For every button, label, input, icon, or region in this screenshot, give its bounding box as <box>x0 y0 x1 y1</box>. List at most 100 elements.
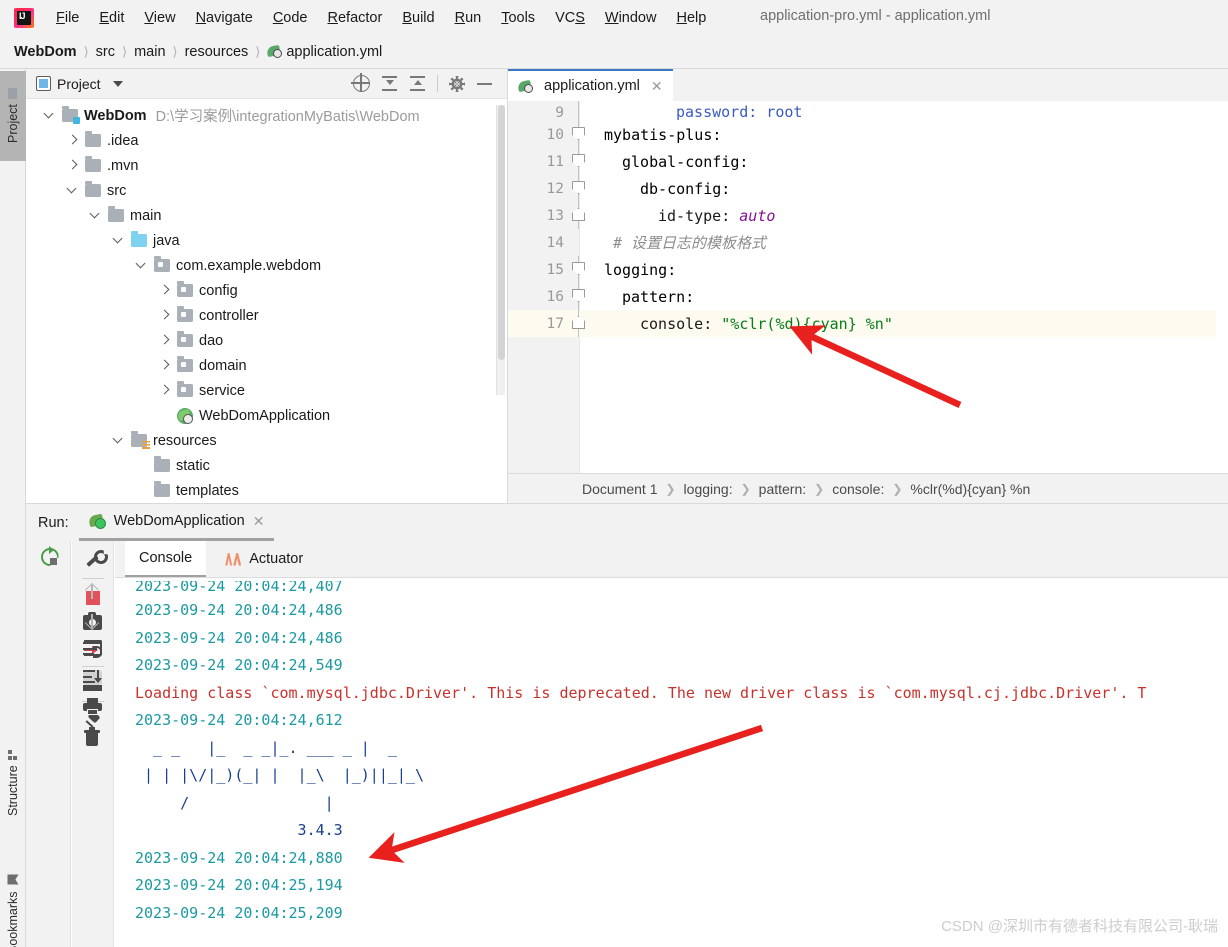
minimize-icon[interactable] <box>476 75 493 92</box>
project-tree[interactable]: WebDom D:\学习案例\integrationMyBatis\WebDom.… <box>26 99 507 503</box>
code-editor[interactable]: 9 password: root 10 mybatis-plus: 11 global-c… <box>508 101 1228 473</box>
run-configuration-tab[interactable]: WebDomApplication ✕ <box>78 504 275 541</box>
menu-item-build[interactable]: Build <box>392 7 444 29</box>
chevron-right-icon[interactable] <box>159 310 170 321</box>
breadcrumb-item-src[interactable]: src <box>96 44 115 60</box>
chevron-down-icon[interactable] <box>67 185 78 196</box>
tree-node[interactable]: templates <box>26 478 507 503</box>
editor-scrollbar[interactable] <box>1216 101 1228 473</box>
menu-item-refactor[interactable]: Refactor <box>318 7 393 29</box>
watermark: CSDN @深圳市有德者科技有限公司-耿瑞 <box>941 918 1218 935</box>
close-icon[interactable]: ✕ <box>253 513 265 530</box>
menu-item-window[interactable]: Window <box>595 7 667 29</box>
tree-node[interactable]: domain <box>26 353 507 378</box>
breadcrumb-item-resources[interactable]: resources <box>185 44 249 60</box>
code-line[interactable]: 13 id-type: auto <box>508 202 1228 229</box>
code-line[interactable]: 12 db-config: <box>508 175 1228 202</box>
menu-item-edit[interactable]: Edit <box>89 7 134 29</box>
menu-item-vcs[interactable]: VCS <box>545 7 595 29</box>
sidebar-tab-bookmarks[interactable]: Bookmarks <box>0 854 26 947</box>
chevron-down-icon[interactable] <box>44 110 55 121</box>
chevron-right-icon[interactable] <box>159 285 170 296</box>
tree-node[interactable]: controller <box>26 303 507 328</box>
tree-node[interactable]: .mvn <box>26 153 507 178</box>
tree-node[interactable]: WebDom D:\学习案例\integrationMyBatis\WebDom <box>26 103 507 128</box>
scroll-to-end-icon[interactable] <box>82 670 102 685</box>
code-line[interactable]: 15 logging: <box>508 256 1228 283</box>
code-folding-marker[interactable] <box>572 148 586 175</box>
editor-breadcrumb-item[interactable]: pattern: <box>759 481 806 497</box>
editor-tab-application-yml[interactable]: application.yml ✕ <box>508 69 673 101</box>
menu-item-file[interactable]: FFileile <box>46 7 89 29</box>
soft-wrap-icon[interactable] <box>82 642 102 658</box>
code-line[interactable]: 9 password: root <box>508 101 1228 121</box>
chevron-right-icon[interactable] <box>67 160 78 171</box>
editor-breadcrumb-item[interactable]: %clr(%d){cyan} %n <box>910 481 1030 497</box>
tree-node[interactable]: config <box>26 278 507 303</box>
select-opened-file-icon[interactable] <box>351 73 370 92</box>
trash-icon[interactable] <box>84 727 100 746</box>
code-folding-marker[interactable] <box>572 121 586 148</box>
editor-breadcrumb-item[interactable]: Document 1 <box>582 481 657 497</box>
chevron-right-icon[interactable] <box>159 335 170 346</box>
tree-node[interactable]: dao <box>26 328 507 353</box>
chevron-right-icon[interactable] <box>159 360 170 371</box>
tree-node[interactable]: src <box>26 178 507 203</box>
tree-node[interactable]: WebDomApplication <box>26 403 507 428</box>
project-view-icon <box>36 76 51 91</box>
code-folding-marker[interactable] <box>572 202 586 229</box>
editor-breadcrumb-item[interactable]: logging: <box>684 481 733 497</box>
chevron-right-icon[interactable] <box>67 135 78 146</box>
tree-node[interactable]: resources <box>26 428 507 453</box>
sidebar-tab-project[interactable]: Project <box>0 71 26 161</box>
tree-node[interactable]: service <box>26 378 507 403</box>
console-output[interactable]: 2023-09-24 20:04:24,407 2023-09-24 20:04:… <box>115 579 1228 947</box>
breadcrumb-item-file[interactable]: application.yml <box>286 44 382 60</box>
scroll-up-icon[interactable] <box>84 584 100 600</box>
code-folding-marker[interactable] <box>572 256 586 283</box>
chevron-down-icon[interactable] <box>112 80 123 87</box>
chevron-down-icon[interactable] <box>113 435 124 446</box>
scroll-down-icon[interactable] <box>84 613 100 629</box>
tree-node[interactable]: main <box>26 203 507 228</box>
menu-item-code[interactable]: Code <box>263 7 318 29</box>
tree-node[interactable]: java <box>26 228 507 253</box>
menu-item-view[interactable]: View <box>134 7 185 29</box>
breadcrumb-item-main[interactable]: main <box>134 44 165 60</box>
code-line[interactable]: 11 global-config: <box>508 148 1228 175</box>
tree-node[interactable]: com.example.webdom <box>26 253 507 278</box>
print-icon[interactable] <box>82 698 102 715</box>
tree-node[interactable]: .idea <box>26 128 507 153</box>
rerun-icon[interactable] <box>39 546 58 566</box>
chevron-down-icon[interactable] <box>136 260 147 271</box>
tab-actuator[interactable]: Actuator <box>210 541 317 577</box>
code-folding-marker[interactable] <box>572 175 586 202</box>
menu-item-help[interactable]: Help <box>666 7 716 29</box>
code-line[interactable]: 17 console: "%clr(%d){cyan} %n" <box>508 310 1228 337</box>
menu-bar[interactable]: FFileile Edit View Navigate Code Refacto… <box>46 7 716 29</box>
sidebar-tab-structure[interactable]: Structure <box>0 729 26 837</box>
code-line[interactable]: 16 pattern: <box>508 283 1228 310</box>
project-panel-title: Project <box>57 75 101 92</box>
wrench-icon[interactable] <box>83 549 102 568</box>
project-tree-scrollbar[interactable] <box>496 105 505 395</box>
menu-item-run[interactable]: Run <box>445 7 492 29</box>
collapse-all-icon[interactable] <box>381 75 398 92</box>
expand-all-icon[interactable] <box>409 75 426 92</box>
chevron-down-icon[interactable] <box>90 210 101 221</box>
tree-node[interactable]: static <box>26 453 507 478</box>
chevron-down-icon[interactable] <box>113 235 124 246</box>
code-folding-marker[interactable] <box>572 101 586 121</box>
close-icon[interactable]: ✕ <box>651 78 663 95</box>
breadcrumb-item-project[interactable]: WebDom <box>14 44 77 60</box>
code-line[interactable]: 10 mybatis-plus: <box>508 121 1228 148</box>
menu-item-tools[interactable]: Tools <box>491 7 545 29</box>
code-folding-marker[interactable] <box>572 283 586 310</box>
chevron-right-icon[interactable] <box>159 385 170 396</box>
menu-item-navigate[interactable]: Navigate <box>186 7 263 29</box>
code-line[interactable]: 14 # 设置日志的模板格式 <box>508 229 1228 256</box>
editor-breadcrumb-item[interactable]: console: <box>832 481 884 497</box>
tab-console[interactable]: Console <box>125 541 207 577</box>
code-folding-marker[interactable] <box>572 310 586 337</box>
gear-icon[interactable] <box>449 75 465 92</box>
